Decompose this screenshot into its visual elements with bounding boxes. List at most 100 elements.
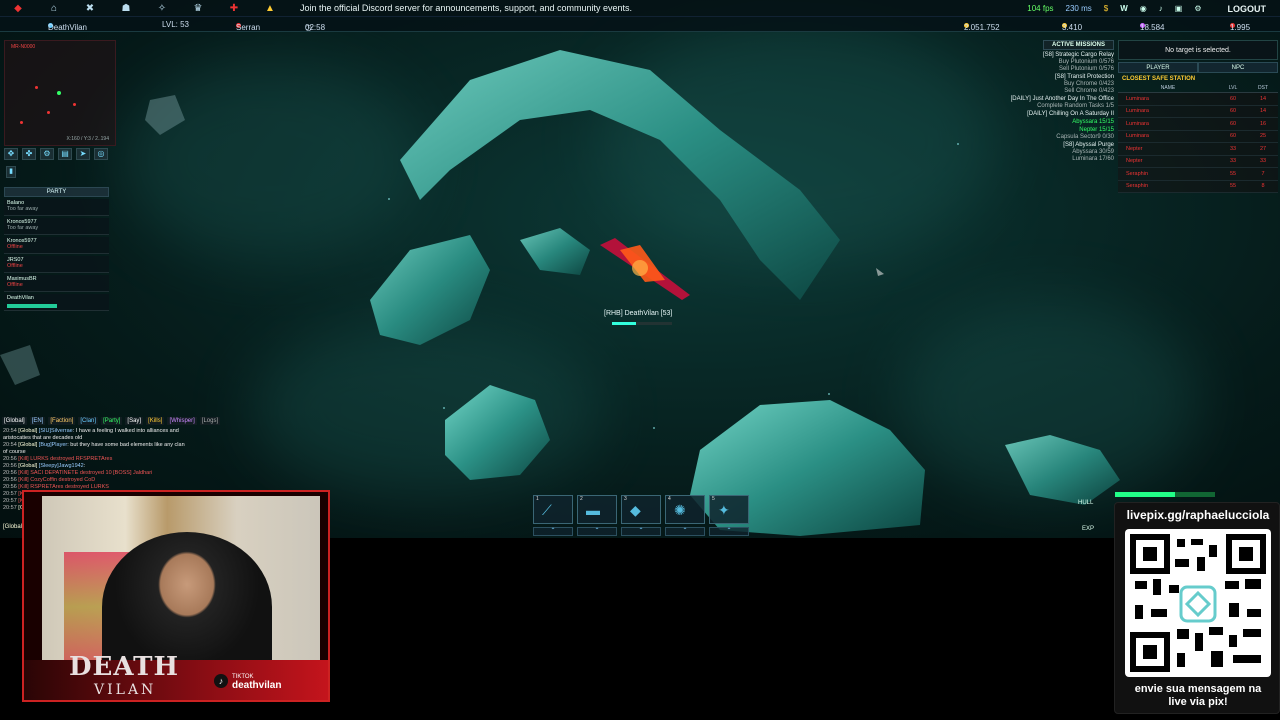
- mission-objective: Complete Random Tasks 1/5: [1037, 103, 1114, 109]
- top-menu-bar: ◆ ⌂ ✖ ☗ ✧ ♛ ✚ ▲ Join the official Discor…: [0, 0, 1280, 17]
- enemy-marker: [47, 111, 50, 114]
- inventory-icon[interactable]: ▤: [58, 148, 72, 160]
- npc-row[interactable]: Seraphin 55 7: [1118, 168, 1278, 181]
- chevron-up-icon[interactable]: ⌃: [709, 527, 749, 536]
- npc-row[interactable]: Luminara 60 14: [1118, 105, 1278, 118]
- wiki-icon[interactable]: W: [1120, 4, 1128, 13]
- party-member-status: Too far away: [7, 225, 39, 231]
- chevron-up-icon[interactable]: ⌃: [577, 527, 617, 536]
- npc-row[interactable]: Luminara 60 14: [1118, 93, 1278, 106]
- minimap[interactable]: MR-N0000 X:160 / Y:3 / 2..194: [4, 40, 116, 146]
- credits-value: 2.051.752: [964, 23, 1000, 32]
- hotbar-slot[interactable]: 4 ✺: [665, 495, 705, 524]
- enemy-marker: [35, 86, 38, 89]
- mission-title[interactable]: [DAILY] Just Another Day In The Office: [854, 96, 1114, 102]
- game-viewport[interactable]: [RHB] DeathVilan [53] ◆ ⌂ ✖ ☗ ✧ ♛ ✚ ▲ Jo…: [0, 0, 1280, 538]
- mission-title[interactable]: [S8] Strategic Cargo Relay: [854, 52, 1114, 58]
- logout-button[interactable]: LOGOUT: [1228, 4, 1267, 14]
- chevron-up-icon[interactable]: ⌃: [665, 527, 705, 536]
- logo-vilan: VILAN: [94, 682, 157, 698]
- mission-title[interactable]: [S8] Transit Protection: [854, 74, 1114, 80]
- player-name: DeathVilan: [48, 23, 87, 32]
- closest-safe-station[interactable]: CLOSEST SAFE STATION: [1118, 76, 1278, 82]
- discord-icon[interactable]: ◉: [1140, 4, 1147, 13]
- tools-icon[interactable]: ✖: [72, 3, 108, 14]
- map-icon[interactable]: ✥: [4, 148, 18, 160]
- chat-tab[interactable]: [Whisper]: [167, 417, 197, 425]
- quest-icon[interactable]: ▮: [6, 166, 16, 178]
- group-icon[interactable]: ✤: [22, 148, 36, 160]
- chevron-up-icon[interactable]: ⌃: [533, 527, 573, 536]
- music-icon[interactable]: ♪: [1159, 4, 1163, 13]
- npc-row[interactable]: Seraphin 55 8: [1118, 180, 1278, 193]
- party-member[interactable]: JRS07 Offline: [4, 256, 109, 273]
- chat-tab[interactable]: [EN]: [29, 417, 46, 425]
- chat-tab[interactable]: [Party]: [101, 417, 123, 425]
- npc-row[interactable]: Nepter 33 27: [1118, 143, 1278, 156]
- hotbar-slot[interactable]: 2 ▬: [577, 495, 617, 524]
- home-icon[interactable]: ⌂: [36, 3, 72, 14]
- mission-objective: Buy Plutonium 0/576: [1058, 59, 1114, 65]
- party-member[interactable]: MaximusBR Offline: [4, 275, 109, 292]
- ability-hotbar: 1 ⟋ 2 ▬ 3 ◆ 4 ✺ 5 ✦: [533, 495, 749, 524]
- webcam-overlay: DEATH VILAN ♪ TIKTOK deathvilan: [22, 490, 330, 702]
- chat-message: 20:54 [Global] [Bug]Player: but they hav…: [3, 442, 185, 448]
- hotbar-slot[interactable]: 1 ⟋: [533, 495, 573, 524]
- player-level: LVL: 53: [162, 20, 189, 29]
- gold-icon[interactable]: $: [1104, 4, 1108, 13]
- npc-row[interactable]: Luminara 60 16: [1118, 118, 1278, 131]
- npc-row[interactable]: Nepter 33 33: [1118, 155, 1278, 168]
- shop-icon[interactable]: ✚: [216, 3, 252, 14]
- party-header: PARTY: [4, 187, 109, 197]
- chat-tab[interactable]: [Logs]: [199, 417, 221, 425]
- chat-tab[interactable]: [Say]: [125, 417, 144, 425]
- npc-row[interactable]: Luminara 60 25: [1118, 130, 1278, 143]
- chat-tab[interactable]: [Faction]: [48, 417, 76, 425]
- party-member[interactable]: Kronos5977 Offline: [4, 237, 109, 254]
- tab-player[interactable]: PLAYER: [1118, 62, 1198, 73]
- mission-title[interactable]: [DAILY] Chilling On A Saturday II: [854, 111, 1114, 117]
- quick-icons: ✥ ✤ ⚙ ▤ ➤ ◎: [4, 148, 108, 160]
- hotbar-slot[interactable]: 3 ◆: [621, 495, 661, 524]
- party-member-status: Too far away: [7, 206, 39, 212]
- ability-icon: ◆: [630, 502, 641, 518]
- honor-value: 18.584: [1140, 23, 1165, 32]
- mission-objective: Luminara 17/60: [1072, 156, 1114, 162]
- ship-health-bar: [612, 322, 672, 325]
- party-member[interactable]: DeathVilan: [4, 294, 109, 311]
- party-member-status: Offline: [7, 244, 23, 250]
- missions-header[interactable]: ACTIVE MISSIONS: [1042, 40, 1114, 50]
- ability-icon: ⟋: [542, 502, 552, 518]
- ship-name-label: [RHB] DeathVilan [53]: [604, 310, 673, 317]
- trophy-icon[interactable]: ♛: [180, 3, 216, 14]
- alert-icon[interactable]: ◆: [0, 3, 36, 14]
- mission-objective: Sell Plutonium 0/576: [1058, 66, 1114, 72]
- chat-message: 20:56 [Kill] SACI DEPATINETE destroyed 1…: [3, 470, 153, 476]
- mission-title[interactable]: [S8] Abyssal Purge: [854, 142, 1114, 148]
- player-ship: [600, 238, 690, 300]
- gear-icon[interactable]: ⚙: [40, 148, 54, 160]
- radar-icon[interactable]: ◎: [94, 148, 108, 160]
- tab-npc[interactable]: NPC: [1198, 62, 1278, 73]
- minimap-zone: MR-N0000: [11, 44, 36, 50]
- announcement-text: Join the official Discord server for ann…: [300, 3, 632, 13]
- enemy-marker: [73, 103, 76, 106]
- clan-icon[interactable]: ☗: [108, 3, 144, 14]
- chevron-up-icon[interactable]: ⌃: [621, 527, 661, 536]
- party-member-name: DeathVilan: [7, 295, 34, 301]
- ship-icon[interactable]: ➤: [76, 148, 90, 160]
- notification-icon[interactable]: ▲: [252, 3, 288, 14]
- chat-input[interactable]: [Global]: [3, 524, 24, 530]
- chat-tab[interactable]: [Clan]: [78, 417, 99, 425]
- compass-icon[interactable]: ✧: [144, 3, 180, 14]
- sound-icon[interactable]: ▣: [1175, 4, 1183, 13]
- settings-icon[interactable]: ⚙: [1194, 4, 1201, 13]
- hotbar-slot[interactable]: 5 ✦: [709, 495, 749, 524]
- hotbar-upgrade-row: ⌃ ⌃ ⌃ ⌃ ⌃: [533, 527, 749, 536]
- ability-icon: ✺: [674, 502, 686, 518]
- chat-tab[interactable]: [Kills]: [146, 417, 165, 425]
- npc-list-header: NAME LVL DST: [1118, 85, 1278, 93]
- party-member[interactable]: Balano Too far away: [4, 199, 109, 216]
- party-member[interactable]: Kronos5977 Too far away: [4, 218, 109, 235]
- chat-tab[interactable]: [Global]: [2, 417, 27, 425]
